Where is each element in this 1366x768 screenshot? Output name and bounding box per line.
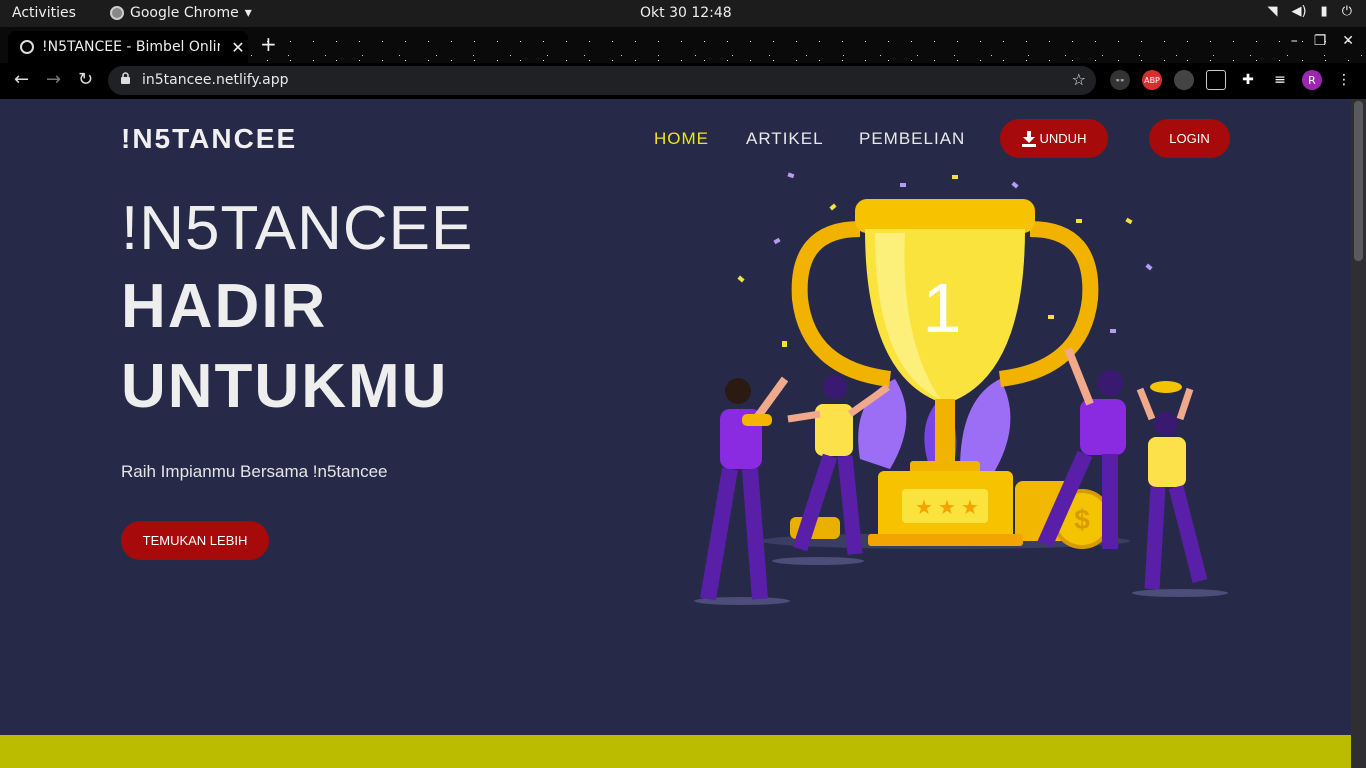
activities-button[interactable]: Activities [12,5,76,21]
maximize-icon[interactable]: ❐ [1314,33,1327,49]
close-icon[interactable]: ✕ [228,38,248,57]
hero-heading-line2: HADIR [121,272,328,341]
minimize-icon[interactable]: – [1291,33,1298,49]
reload-icon[interactable]: ↻ [78,69,93,90]
browser-tab[interactable]: !N5TANCEE - Bimbel Onlin ✕ [8,31,248,63]
unduh-label: UNDUH [1039,131,1087,146]
person-coin-woman [1136,381,1208,590]
hero-tagline: Raih Impianmu Bersama !n5tancee [121,462,388,481]
extension-glasses-icon[interactable]: 👓 [1110,70,1130,90]
nav-artikel[interactable]: ARTIKEL [746,129,824,149]
kebab-menu-icon[interactable]: ⋮ [1334,70,1354,90]
window-controls: – ❐ ✕ [1291,33,1354,49]
download-icon [1021,130,1036,147]
login-button[interactable]: LOGIN [1149,119,1230,158]
shield-icon[interactable] [1206,70,1226,90]
nav-home[interactable]: HOME [654,129,709,149]
profile-avatar[interactable]: R [1302,70,1322,90]
bottom-accent-band [0,735,1351,768]
battery-icon: ▮ [1320,4,1328,19]
trophy-celebration-illustration: $ ★ ★ ★ 1 [694,172,1228,605]
web-page: !N5TANCEE HOME ARTIKEL PEMBELIAN UNDUH L… [0,99,1351,768]
person-left-man [700,376,789,601]
wifi-icon: ◥ [1267,4,1278,19]
chevron-down-icon: ▾ [244,5,252,21]
lock-icon [120,72,131,88]
browser-toolbar: ← → ↻ in5tancee.netlify.app ☆ 👓 ABP ✚ ≡ … [0,63,1366,99]
url-text: in5tancee.netlify.app [142,72,289,88]
new-tab-button[interactable]: + [260,32,277,56]
hero-heading-brand: !N5TANCEE [121,194,474,263]
volume-icon: ◀) [1291,4,1307,19]
site-logo[interactable]: !N5TANCEE [121,123,297,155]
power-icon: ⏻ [1341,4,1352,19]
svg-text:★: ★ [961,495,979,519]
extensions-puzzle-icon[interactable]: ✚ [1238,70,1258,90]
adblock-plus-icon[interactable]: ABP [1142,70,1162,90]
address-bar[interactable]: in5tancee.netlify.app ☆ [108,66,1096,95]
svg-text:★: ★ [915,495,933,519]
trophy-number: 1 [923,269,962,347]
system-tray[interactable]: ◥ ◀) ▮ ⏻ [1267,4,1352,19]
nav-pembelian[interactable]: PEMBELIAN [859,129,965,149]
app-name: Google Chrome [130,5,239,21]
svg-text:★: ★ [938,495,956,519]
page-scrollbar[interactable] [1351,99,1366,768]
bookmark-star-icon[interactable]: ☆ [1072,70,1086,89]
media-queue-icon[interactable]: ≡ [1270,70,1290,90]
temukan-lebih-button[interactable]: TEMUKAN LEBIH [121,521,269,560]
tab-title: !N5TANCEE - Bimbel Onlin [42,39,220,55]
extension-puzzle-grey-icon[interactable] [1174,70,1194,90]
svg-text:$: $ [1074,504,1090,535]
back-icon[interactable]: ← [14,69,29,90]
scrollbar-thumb[interactable] [1354,101,1363,261]
window-close-icon[interactable]: ✕ [1342,33,1354,49]
hero-heading-line3: UNTUKMU [121,352,449,421]
clock[interactable]: Okt 30 12:48 [640,5,732,21]
app-menu[interactable]: Google Chrome ▾ [110,5,252,21]
unduh-button[interactable]: UNDUH [1000,119,1108,158]
forward-icon[interactable]: → [46,69,61,90]
tab-strip: !N5TANCEE - Bimbel Onlin ✕ + – ❐ ✕ [0,27,1366,63]
chrome-icon [110,6,124,20]
system-top-bar: Activities Google Chrome ▾ Okt 30 12:48 … [0,0,1366,27]
globe-icon [20,40,34,54]
